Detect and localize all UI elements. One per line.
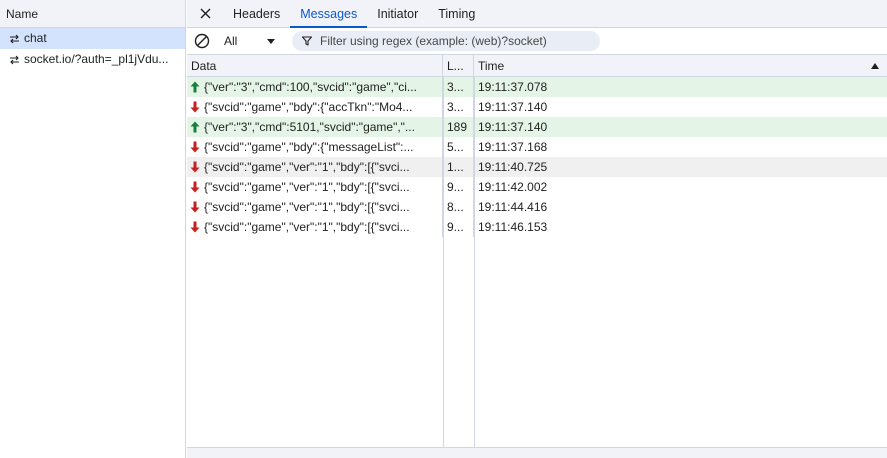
details-tabbar: Headers Messages Initiator Timing	[187, 0, 887, 28]
message-data-cell: {"svcid":"game","ver":"1","bdy":[{"svci.…	[187, 197, 443, 217]
table-row[interactable]: {"ver":"3","cmd":5101,"svcid":"game","..…	[187, 117, 887, 137]
message-data-text: {"svcid":"game","ver":"1","bdy":[{"svci.…	[204, 220, 410, 234]
message-data-cell: {"svcid":"game","bdy":{"messageList":...	[187, 137, 443, 157]
filter-icon	[301, 35, 313, 47]
data-column-header[interactable]: Data	[187, 55, 443, 76]
messages-table-body: {"ver":"3","cmd":100,"svcid":"game","ci.…	[187, 77, 887, 237]
table-row[interactable]: {"ver":"3","cmd":100,"svcid":"game","ci.…	[187, 77, 887, 97]
request-list-pane: Name chat socket.io/?auth=_pl1jVdu...	[0, 0, 186, 458]
table-row[interactable]: {"svcid":"game","ver":"1","bdy":[{"svci.…	[187, 197, 887, 217]
arrow-down-icon	[190, 101, 200, 113]
message-data-text: {"ver":"3","cmd":5101,"svcid":"game","..…	[204, 120, 415, 134]
clear-messages-button[interactable]	[187, 28, 217, 54]
message-data-cell: {"ver":"3","cmd":100,"svcid":"game","ci.…	[187, 77, 443, 97]
time-column-label: Time	[478, 59, 505, 73]
message-detail-splitter[interactable]	[187, 448, 887, 458]
arrow-up-icon	[190, 81, 200, 93]
details-pane: Headers Messages Initiator Timing All Da…	[187, 0, 887, 458]
arrow-down-icon	[190, 201, 200, 213]
request-item-socketio[interactable]: socket.io/?auth=_pl1jVdu...	[0, 49, 185, 70]
message-data-text: {"svcid":"game","bdy":{"messageList":...	[204, 140, 414, 154]
request-item-label: socket.io/?auth=_pl1jVdu...	[24, 52, 169, 66]
arrow-down-icon	[190, 221, 200, 233]
message-type-select[interactable]: All	[218, 31, 284, 51]
message-data-text: {"svcid":"game","bdy":{"accTkn":"Mo4...	[204, 100, 413, 114]
arrow-down-icon	[190, 141, 200, 153]
request-item-label: chat	[24, 31, 47, 45]
filter-box	[292, 31, 600, 51]
message-length-cell: 1...	[443, 157, 474, 177]
tab-messages[interactable]: Messages	[290, 0, 368, 28]
table-row[interactable]: {"svcid":"game","ver":"1","bdy":[{"svci.…	[187, 157, 887, 177]
message-time-cell: 19:11:46.153	[478, 220, 548, 234]
message-data-cell: {"ver":"3","cmd":5101,"svcid":"game","..…	[187, 117, 443, 137]
message-time-cell: 19:11:37.168	[478, 140, 548, 154]
triangle-down-icon	[267, 39, 275, 44]
table-row[interactable]: {"svcid":"game","ver":"1","bdy":[{"svci.…	[187, 177, 887, 197]
message-length-cell: 9...	[443, 177, 474, 197]
length-column-header[interactable]: L...	[443, 55, 474, 76]
message-data-cell: {"svcid":"game","ver":"1","bdy":[{"svci.…	[187, 177, 443, 197]
table-row[interactable]: {"svcid":"game","ver":"1","bdy":[{"svci.…	[187, 217, 887, 237]
message-length-cell: 3...	[443, 97, 474, 117]
message-data-cell: {"svcid":"game","ver":"1","bdy":[{"svci.…	[187, 217, 443, 237]
close-details-button[interactable]	[187, 0, 223, 27]
arrow-up-icon	[190, 121, 200, 133]
message-length-cell: 3...	[443, 77, 474, 97]
close-icon	[200, 8, 210, 19]
message-time-cell: 19:11:44.416	[478, 200, 548, 214]
table-row[interactable]: {"svcid":"game","bdy":{"accTkn":"Mo4... 3…	[187, 97, 887, 117]
time-column-header[interactable]: Time	[474, 55, 887, 76]
messages-table-header: Data L... Time	[187, 55, 887, 77]
message-time-cell: 19:11:37.140	[478, 120, 548, 134]
tab-initiator[interactable]: Initiator	[367, 0, 428, 27]
name-column-header[interactable]: Name	[0, 0, 185, 28]
messages-table: Data L... Time {"ver":"3","cmd":100,"svc…	[187, 55, 887, 458]
websocket-icon	[8, 33, 20, 45]
arrow-down-icon	[190, 161, 200, 173]
message-time-cell: 19:11:42.002	[478, 180, 548, 194]
message-data-text: {"svcid":"game","ver":"1","bdy":[{"svci.…	[204, 180, 410, 194]
table-row[interactable]: {"svcid":"game","bdy":{"messageList":...…	[187, 137, 887, 157]
message-time-cell: 19:11:40.725	[478, 160, 548, 174]
websocket-icon	[8, 54, 20, 66]
message-data-text: {"svcid":"game","ver":"1","bdy":[{"svci.…	[204, 160, 410, 174]
message-length-cell: 5...	[443, 137, 474, 157]
message-length-cell: 8...	[443, 197, 474, 217]
block-icon	[194, 33, 210, 49]
filter-input[interactable]	[320, 34, 590, 48]
message-time-cell: 19:11:37.140	[478, 100, 548, 114]
tab-timing[interactable]: Timing	[428, 0, 485, 27]
message-length-cell: 9...	[443, 217, 474, 237]
messages-toolbar: All	[187, 28, 887, 55]
message-type-value: All	[224, 34, 238, 48]
message-data-cell: {"svcid":"game","ver":"1","bdy":[{"svci.…	[187, 157, 443, 177]
tab-headers[interactable]: Headers	[223, 0, 290, 27]
message-length-cell: 189	[443, 117, 474, 137]
message-time-cell: 19:11:37.078	[478, 80, 548, 94]
arrow-down-icon	[190, 181, 200, 193]
message-data-cell: {"svcid":"game","bdy":{"accTkn":"Mo4...	[187, 97, 443, 117]
message-data-text: {"ver":"3","cmd":100,"svcid":"game","ci.…	[204, 80, 417, 94]
message-data-text: {"svcid":"game","ver":"1","bdy":[{"svci.…	[204, 200, 410, 214]
request-item-chat[interactable]: chat	[0, 28, 185, 49]
sort-ascending-icon	[871, 63, 879, 69]
